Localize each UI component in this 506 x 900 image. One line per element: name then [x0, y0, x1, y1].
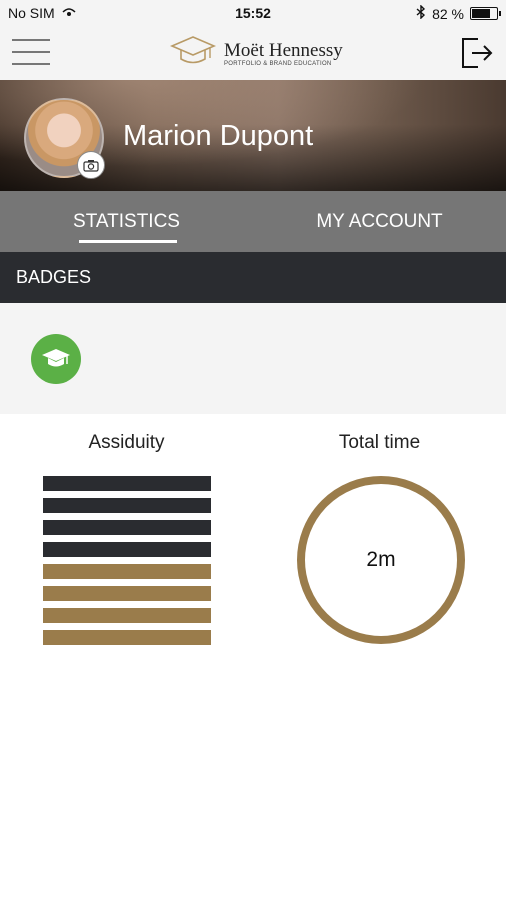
- status-right: 82 %: [416, 4, 501, 22]
- total-time-ring: 2m: [297, 476, 465, 644]
- brand-tagline: PORTFOLIO & BRAND EDUCATION: [224, 60, 332, 67]
- assiduity-label: Assiduity: [88, 432, 165, 453]
- total-time-value: 2m: [366, 548, 396, 571]
- graduation-cap-logo-icon: [168, 34, 218, 73]
- user-name: Marion Dupont: [123, 120, 314, 152]
- assiduity-bar: [43, 520, 211, 535]
- graduation-cap-icon[interactable]: [31, 334, 81, 384]
- brand-logo: Moët Hennessy PORTFOLIO & BRAND EDUCATIO…: [168, 34, 343, 73]
- assiduity-bar: [43, 476, 211, 491]
- status-bar: No SIM 15:52 82 %: [0, 0, 506, 26]
- total-time-label: Total time: [338, 432, 421, 453]
- profile-banner: Marion Dupont: [0, 80, 506, 191]
- hamburger-icon[interactable]: [12, 39, 50, 67]
- camera-icon[interactable]: [77, 151, 105, 179]
- brand-name: Moët Hennessy: [224, 39, 343, 61]
- app-header: Moët Hennessy PORTFOLIO & BRAND EDUCATIO…: [0, 26, 506, 80]
- assiduity-bar: [43, 608, 211, 623]
- tab-bar: STATISTICS MY ACCOUNT: [0, 191, 506, 252]
- bluetooth-icon: [416, 4, 426, 22]
- battery-icon: [470, 7, 501, 20]
- brand-text: Moët Hennessy PORTFOLIO & BRAND EDUCATIO…: [224, 39, 343, 67]
- assiduity-bar: [43, 542, 211, 557]
- logout-icon[interactable]: [460, 36, 494, 70]
- badges-list: [0, 303, 506, 414]
- badges-section-title: BADGES: [0, 252, 506, 303]
- active-tab-indicator: [79, 240, 177, 243]
- battery-fill: [472, 9, 490, 18]
- assiduity-bar: [43, 586, 211, 601]
- battery-percent: 82 %: [432, 5, 464, 22]
- tab-my-account[interactable]: MY ACCOUNT: [253, 191, 506, 252]
- assiduity-bars: [43, 476, 211, 652]
- assiduity-bar: [43, 630, 211, 645]
- assiduity-bar: [43, 498, 211, 513]
- assiduity-bar: [43, 564, 211, 579]
